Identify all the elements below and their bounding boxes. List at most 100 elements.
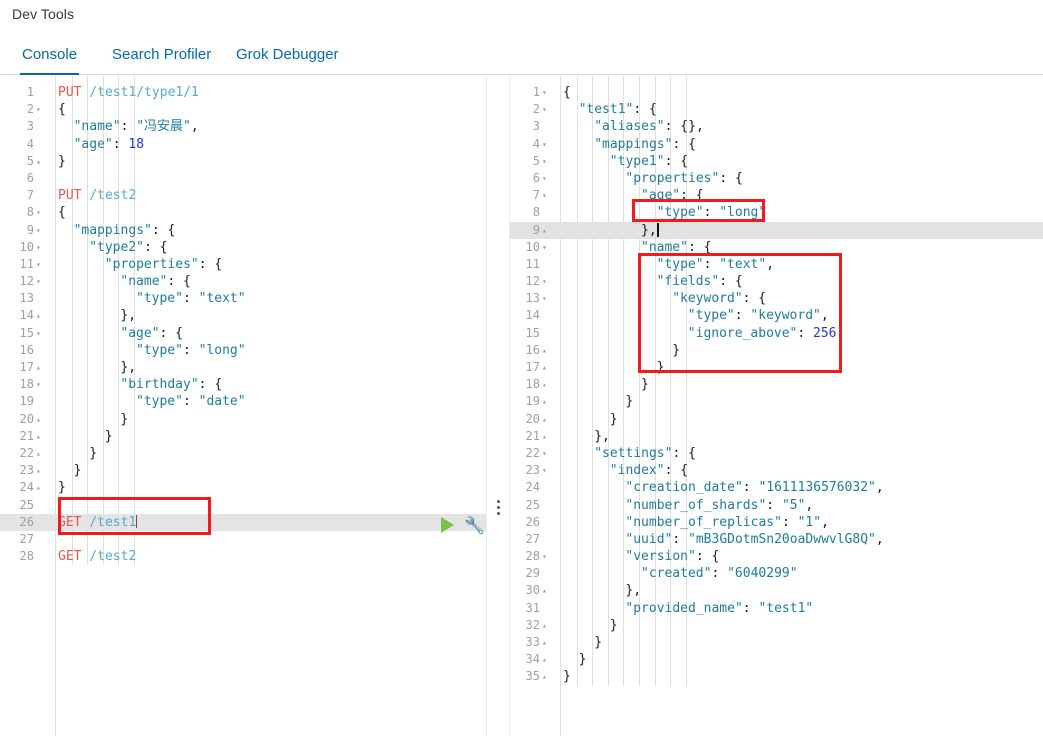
code-line[interactable]: 24 ▴} — [0, 479, 486, 496]
code-line[interactable]: 33 ▴} — [510, 634, 1043, 651]
fold-open-icon[interactable]: ▾ — [36, 256, 46, 273]
code-line[interactable]: 2 ▾ "test1": { — [510, 101, 1043, 118]
response-viewer-pane[interactable]: 1 ▾{2 ▾ "test1": {3 "aliases": {}, 4 ▾ "mapping… — [510, 76, 1043, 736]
tab-console[interactable]: Console — [20, 37, 80, 75]
fold-close-icon[interactable]: ▴ — [542, 634, 552, 651]
code-line[interactable]: 18 ▾ "birthday": { — [0, 376, 486, 393]
fold-open-icon[interactable]: ▾ — [542, 101, 552, 118]
code-line[interactable]: 6 ▾ "properties": { — [510, 170, 1043, 187]
code-line[interactable]: 25 — [0, 497, 486, 514]
tab-grok-debugger[interactable]: Grok Debugger — [234, 37, 341, 75]
code-line[interactable]: 14 ▴}, — [0, 307, 486, 324]
fold-open-icon[interactable]: ▾ — [542, 153, 552, 170]
code-line[interactable]: 31 "provided_name": "test1" — [510, 600, 1043, 617]
code-line[interactable]: 12 ▾ "fields": { — [510, 273, 1043, 290]
code-line[interactable]: 3 "aliases": {}, — [510, 118, 1043, 135]
fold-open-icon[interactable]: ▾ — [36, 101, 46, 118]
code-line[interactable]: 19 ▴} — [510, 393, 1043, 410]
code-line[interactable]: 8 ▾ { — [0, 204, 486, 221]
code-line[interactable]: 22 ▴} — [0, 445, 486, 462]
code-line[interactable]: 26 "number_of_replicas": "1", — [510, 514, 1043, 531]
code-line[interactable]: 10 ▾ "type2": { — [0, 239, 486, 256]
code-line[interactable]: 19 "type": "date" — [0, 393, 486, 410]
code-line[interactable]: 9 ▴}, — [510, 221, 1043, 239]
code-line[interactable]: 6 — [0, 170, 486, 187]
tab-search-profiler[interactable]: Search Profiler — [110, 37, 213, 75]
fold-open-icon[interactable]: ▾ — [542, 290, 552, 307]
code-line[interactable]: 28 GET /test2 — [0, 548, 486, 565]
code-line[interactable]: 17 ▴} — [510, 359, 1043, 376]
code-line[interactable]: 25 "number_of_shards": "5", — [510, 497, 1043, 514]
code-line[interactable]: 23 ▾ "index": { — [510, 462, 1043, 479]
code-line[interactable]: 21 ▴} — [0, 428, 486, 445]
code-line[interactable]: 10 ▾ "name": { — [510, 239, 1043, 256]
fold-open-icon[interactable]: ▾ — [542, 548, 552, 565]
fold-open-icon[interactable]: ▾ — [542, 273, 552, 290]
fold-close-icon[interactable]: ▴ — [36, 479, 46, 496]
fold-open-icon[interactable]: ▾ — [542, 136, 552, 153]
code-line[interactable]: 28 ▾ "version": { — [510, 548, 1043, 565]
fold-open-icon[interactable]: ▾ — [36, 325, 46, 342]
code-line[interactable]: 29 "created": "6040299" — [510, 565, 1043, 582]
fold-close-icon[interactable]: ▴ — [542, 411, 552, 428]
code-line[interactable]: 34 ▴} — [510, 651, 1043, 668]
fold-close-icon[interactable]: ▴ — [542, 342, 552, 359]
resize-handle-icon[interactable] — [497, 500, 500, 518]
code-line[interactable]: 15 "ignore_above": 256 — [510, 325, 1043, 342]
code-line[interactable]: 11 "type": "text", — [510, 256, 1043, 273]
code-line[interactable]: 24 "creation_date": "1611136576032", — [510, 479, 1043, 496]
fold-close-icon[interactable]: ▴ — [36, 445, 46, 462]
code-line[interactable]: 35 ▴} — [510, 668, 1043, 685]
code-line[interactable]: 16 "type": "long" — [0, 342, 486, 359]
code-line[interactable]: 16 ▴} — [510, 342, 1043, 359]
request-code[interactable]: 1 PUT /test1/type1/1 2 ▾{3 "name": "冯安晨", 4 "a… — [0, 76, 486, 566]
fold-open-icon[interactable]: ▾ — [542, 239, 552, 256]
fold-open-icon[interactable]: ▾ — [36, 376, 46, 393]
fold-open-icon[interactable]: ▾ — [542, 445, 552, 462]
fold-close-icon[interactable]: ▴ — [36, 411, 46, 428]
fold-close-icon[interactable]: ▴ — [542, 359, 552, 376]
fold-open-icon[interactable]: ▾ — [36, 273, 46, 290]
code-line[interactable]: 13 "type": "text" — [0, 290, 486, 307]
editor-splitter[interactable] — [486, 76, 510, 736]
code-line[interactable]: 5 ▴} — [0, 153, 486, 170]
fold-close-icon[interactable]: ▴ — [542, 582, 552, 599]
fold-close-icon[interactable]: ▴ — [542, 617, 552, 634]
code-line[interactable]: 20 ▴} — [510, 411, 1043, 428]
code-line[interactable]: 30 ▴}, — [510, 582, 1043, 599]
code-line[interactable]: 22 ▾ "settings": { — [510, 445, 1043, 462]
fold-close-icon[interactable]: ▴ — [542, 393, 552, 410]
send-request-button[interactable] — [441, 517, 454, 533]
fold-open-icon[interactable]: ▾ — [542, 462, 552, 479]
fold-close-icon[interactable]: ▴ — [36, 359, 46, 376]
code-line[interactable]: 15 ▾ "age": { — [0, 325, 486, 342]
fold-close-icon[interactable]: ▴ — [542, 222, 552, 239]
code-line[interactable]: 27 — [0, 531, 486, 548]
code-line[interactable]: 7 ▾ "age": { — [510, 187, 1043, 204]
code-line[interactable]: 23 ▴} — [0, 462, 486, 479]
code-line[interactable]: 7 PUT /test2 — [0, 187, 486, 204]
code-line[interactable]: 8 "type": "long" — [510, 204, 1043, 221]
wrench-icon[interactable]: 🔧 — [464, 516, 485, 536]
code-line[interactable]: 17 ▴}, — [0, 359, 486, 376]
fold-close-icon[interactable]: ▴ — [542, 428, 552, 445]
code-line[interactable]: 1 ▾ { — [510, 84, 1043, 101]
fold-close-icon[interactable]: ▴ — [36, 153, 46, 170]
fold-open-icon[interactable]: ▾ — [36, 239, 46, 256]
code-line[interactable]: 13 ▾ "keyword": { — [510, 290, 1043, 307]
code-line[interactable]: 3 "name": "冯安晨", — [0, 118, 486, 135]
code-line[interactable]: 4 ▾ "mappings": { — [510, 136, 1043, 153]
fold-close-icon[interactable]: ▴ — [542, 376, 552, 393]
code-line[interactable]: 20 ▴} — [0, 411, 486, 428]
code-line[interactable]: 32 ▴} — [510, 617, 1043, 634]
code-line[interactable]: 5 ▾ "type1": { — [510, 153, 1043, 170]
fold-open-icon[interactable]: ▾ — [542, 170, 552, 187]
code-line[interactable]: 11 ▾ "properties": { — [0, 256, 486, 273]
request-editor-pane[interactable]: 1 PUT /test1/type1/1 2 ▾{3 "name": "冯安晨", 4 "a… — [0, 76, 486, 736]
code-line[interactable]: 12 ▾ "name": { — [0, 273, 486, 290]
fold-close-icon[interactable]: ▴ — [542, 651, 552, 668]
code-line[interactable]: 2 ▾ { — [0, 101, 486, 118]
code-line[interactable]: 14 "type": "keyword", — [510, 307, 1043, 324]
fold-open-icon[interactable]: ▾ — [542, 84, 552, 101]
fold-open-icon[interactable]: ▾ — [36, 204, 46, 221]
